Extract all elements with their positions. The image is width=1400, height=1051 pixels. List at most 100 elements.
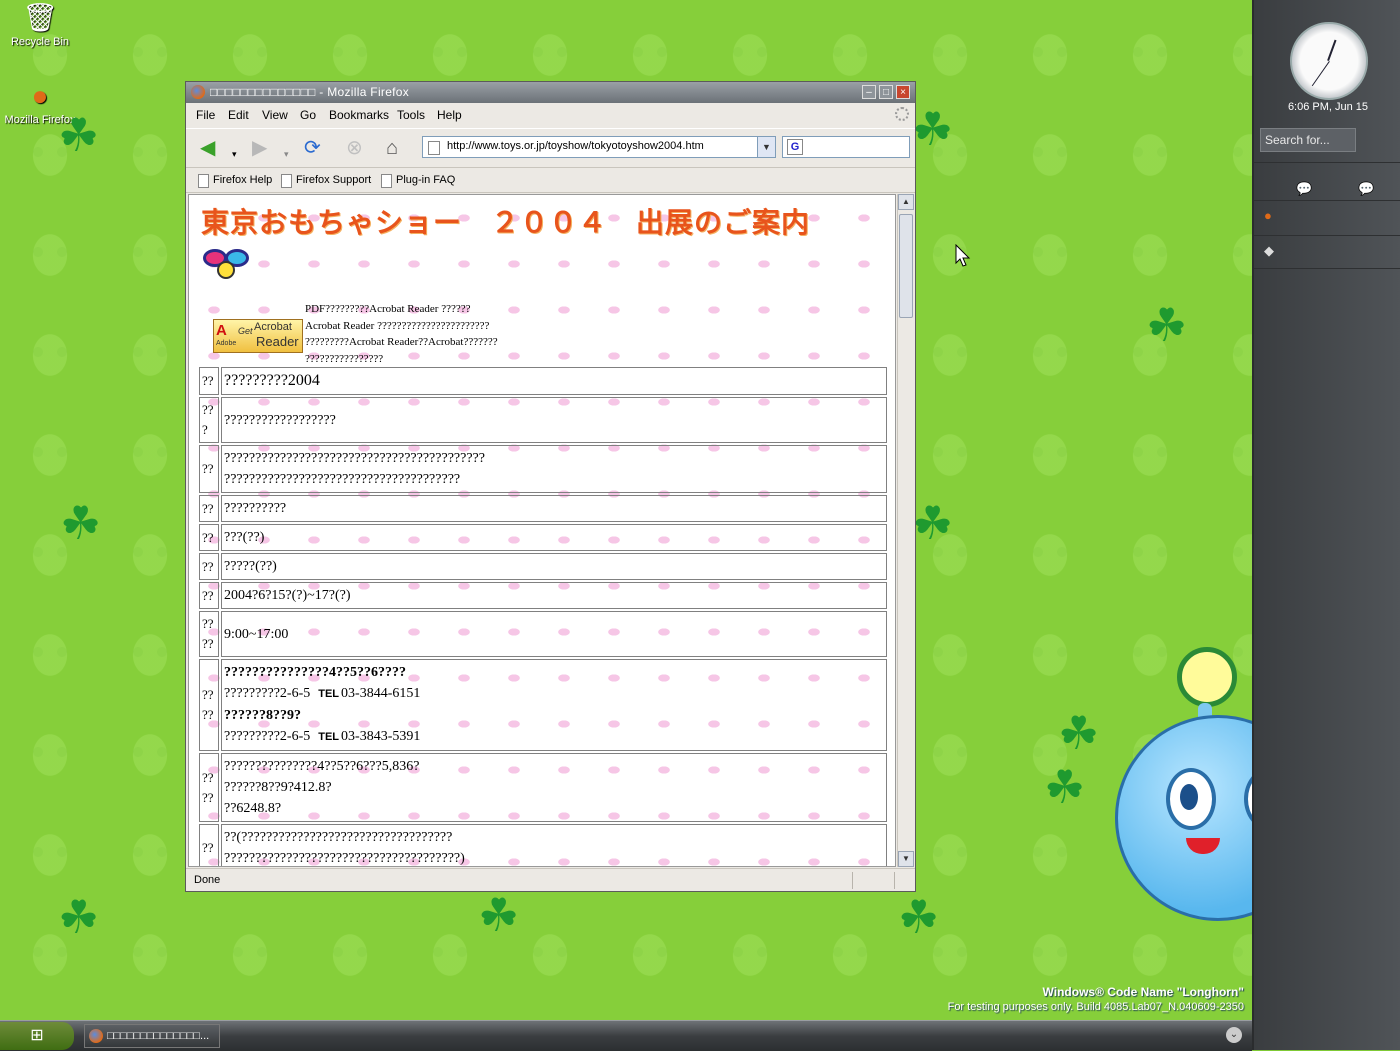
throbber-icon — [895, 107, 909, 121]
sidebar-search-input[interactable]: Search for... — [1260, 128, 1356, 152]
reload-button[interactable]: ⟳ — [304, 137, 321, 159]
exhibition-info-table: ?? ?????????2004 ?? ? ??????????????????… — [197, 365, 889, 866]
pdf-note-line: ?????????Acrobat Reader??Acrobat??????? — [305, 336, 498, 348]
row-label-text: ?? ?? — [202, 687, 214, 722]
clock-gadget[interactable] — [1290, 22, 1368, 100]
minimize-button[interactable]: – — [862, 85, 876, 99]
table-row: ?? ?????????2004 — [199, 367, 887, 395]
firefox-icon[interactable]: ● — [1264, 208, 1272, 223]
row-value-text: ??????8??9? — [224, 708, 301, 723]
row-value: ?????????? — [221, 495, 887, 522]
taskbar: ⊞ □□□□□□□□□□□□□□... ⌄ — [0, 1020, 1252, 1051]
window-title: □□□□□□□□□□□□□□ - Mozilla Firefox — [210, 85, 410, 99]
clock-minute-hand — [1311, 61, 1330, 87]
taskbar-firefox-button[interactable]: □□□□□□□□□□□□□□... — [84, 1024, 220, 1048]
row-value: ?????(??) — [221, 553, 887, 580]
vertical-scrollbar[interactable]: ▲ ▼ — [897, 194, 914, 867]
row-label: ?? — [199, 367, 219, 395]
tile-icon[interactable]: ◆ — [1264, 243, 1274, 259]
page-content: 東京おもちゃショー ２００４ 出展のご案内 A Get Acrobat Read… — [188, 194, 896, 867]
url-text: http://www.toys.or.jp/toyshow/tokyotoysh… — [447, 140, 704, 152]
url-dropdown-icon[interactable]: ▼ — [757, 137, 775, 157]
row-value-text: ???????????????4??5??6???? — [224, 665, 406, 680]
menu-tools[interactable]: Tools — [397, 108, 425, 122]
table-row: ?? ? ?????????????????? — [199, 397, 887, 443]
row-value-text: ??6248.8? — [224, 801, 282, 816]
clock-text: 6:06 PM, Jun 15 — [1287, 101, 1369, 113]
chat-icon[interactable]: 💬 — [1296, 181, 1312, 197]
scroll-up-button[interactable]: ▲ — [898, 194, 914, 210]
stop-button[interactable]: ⊗ — [346, 137, 363, 159]
back-history-dropdown-icon[interactable]: ▾ — [232, 143, 237, 165]
clover-decoration: ☘ — [58, 109, 100, 161]
url-bar[interactable]: http://www.toys.or.jp/toyshow/tokyotoysh… — [422, 136, 776, 158]
row-value: ??(?????????????????????????????????? ??… — [221, 824, 887, 866]
status-text: Done — [194, 874, 221, 886]
search-bar[interactable]: G — [782, 136, 910, 158]
row-label-text: ?? ? — [202, 402, 214, 437]
google-search-engine-icon[interactable]: G — [787, 139, 803, 155]
menu-edit[interactable]: Edit — [228, 108, 249, 122]
status-divider — [852, 872, 853, 889]
title-bar[interactable]: □□□□□□□□□□□□□□ - Mozilla Firefox – □ × — [186, 82, 915, 103]
pdf-note-line: Acrobat Reader ??????????????????????? — [305, 319, 490, 332]
recycle-bin-icon: 🗑 — [22, 2, 58, 33]
row-label: ?? ?? — [199, 753, 219, 822]
row-label: ?? — [199, 582, 219, 609]
chat-icon[interactable]: 💬 — [1358, 181, 1374, 197]
menu-help[interactable]: Help — [437, 108, 462, 122]
navigation-toolbar: ◀ ▾ ▶ ▾ ⟳ ⊗ ⌂ http://www.toys.or.jp/toys… — [186, 128, 915, 168]
row-label: ?? — [199, 495, 219, 522]
row-value: ?????????2004 — [221, 367, 887, 395]
build-watermark: Windows® Code Name "Longhorn" For testin… — [948, 985, 1244, 1014]
row-label: ?? ? — [199, 397, 219, 443]
bookmark-plugin-faq[interactable]: Plug-in FAQ — [381, 174, 455, 188]
firefox-icon: ● — [31, 80, 49, 111]
back-button[interactable]: ◀ — [200, 137, 215, 159]
clover-decoration: ☘ — [898, 891, 940, 943]
row-label: ?? — [199, 524, 219, 551]
bookmark-firefox-support[interactable]: Firefox Support — [281, 174, 371, 188]
tray-chevron-icon[interactable]: ⌄ — [1226, 1027, 1242, 1043]
scroll-down-button[interactable]: ▼ — [898, 851, 914, 867]
row-value-line: ?????????2-6-5 TEL 03-3843-5391 — [224, 726, 884, 748]
menu-view[interactable]: View — [262, 108, 288, 122]
clover-decoration: ☘ — [912, 103, 954, 155]
forward-button[interactable]: ▶ — [252, 137, 267, 159]
forward-history-dropdown-icon[interactable]: ▾ — [284, 143, 289, 165]
row-label: ?? ?? — [199, 611, 219, 657]
mouse-cursor — [955, 244, 971, 267]
taskbar-button-label: □□□□□□□□□□□□□□... — [107, 1030, 210, 1042]
reader-text: Reader — [256, 334, 299, 349]
home-button[interactable]: ⌂ — [386, 137, 398, 159]
clover-decoration: ☘ — [478, 889, 520, 941]
close-button[interactable]: × — [896, 85, 910, 99]
menu-bookmarks[interactable]: Bookmarks — [329, 108, 389, 122]
menu-file[interactable]: File — [196, 108, 215, 122]
pdf-note-line: PDF?????????Acrobat Reader ?????? — [305, 303, 471, 315]
row-value-text: ?????????????????????????????????????? — [224, 472, 461, 487]
maximize-button[interactable]: □ — [879, 85, 893, 99]
sidebar-divider — [1254, 162, 1400, 163]
clover-decoration: ☘ — [1146, 299, 1188, 351]
row-value-text: ?????????2004 — [224, 372, 320, 389]
sidebar: 6:06 PM, Jun 15 Search for... 💬 💬 ● ◆ — [1252, 0, 1400, 1050]
desktop-icon-recycle-bin[interactable]: 🗑 Recycle Bin — [0, 2, 80, 48]
get-acrobat-reader-badge[interactable]: A Get Acrobat Reader Adobe — [213, 319, 303, 353]
sidebar-divider — [1254, 200, 1400, 201]
clover-decoration: ☘ — [60, 497, 102, 549]
acrobat-logo-icon: A — [216, 322, 227, 339]
row-label-text: ?? ?? — [202, 616, 214, 651]
start-button[interactable]: ⊞ — [0, 1022, 74, 1050]
row-label: ?? — [199, 553, 219, 580]
row-value: ???(??) — [221, 524, 887, 551]
scrollbar-thumb[interactable] — [899, 214, 913, 318]
chao-character-wallpaper — [1095, 645, 1252, 965]
bookmark-firefox-help[interactable]: Firefox Help — [198, 174, 272, 188]
bookmarks-toolbar: Firefox Help Firefox Support Plug-in FAQ — [186, 168, 915, 193]
row-label: ?? — [199, 445, 219, 493]
desktop-icon-label: Recycle Bin — [10, 36, 70, 48]
menu-go[interactable]: Go — [300, 108, 316, 122]
row-label: ?? — [199, 824, 219, 866]
pdf-note: PDF?????????Acrobat Reader ?????? Acroba… — [305, 301, 498, 367]
